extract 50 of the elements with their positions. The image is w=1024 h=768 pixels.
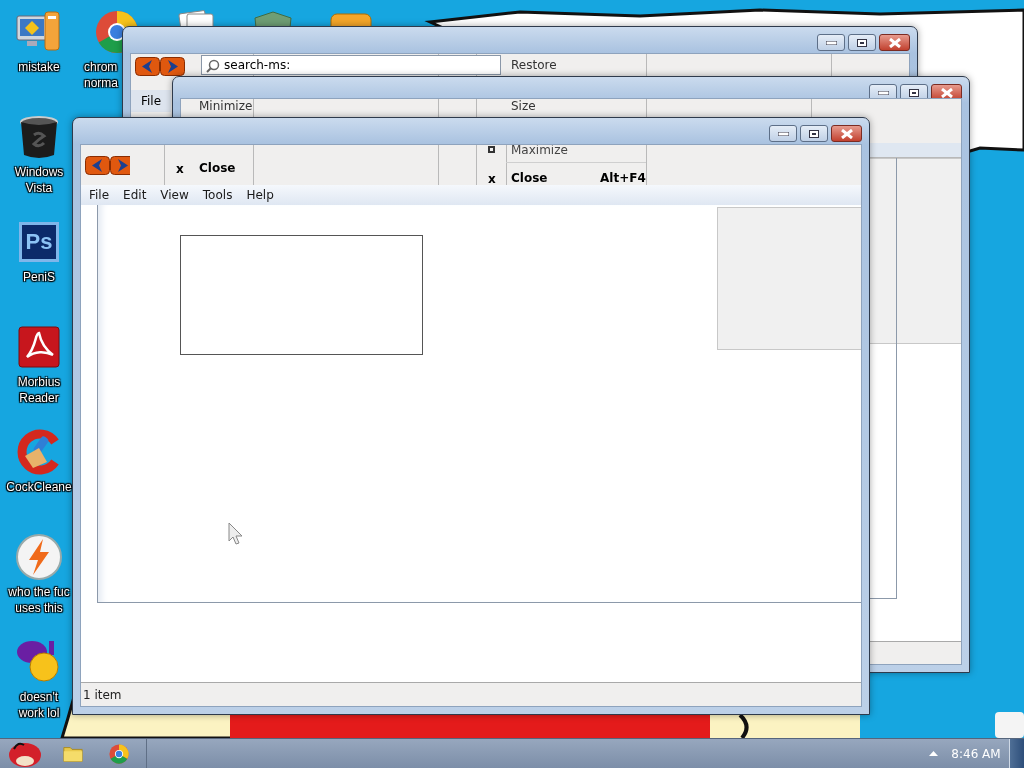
status-text: 1 item — [83, 687, 122, 702]
cursor-icon — [228, 522, 243, 546]
menu-item[interactable]: Close — [199, 161, 236, 175]
lightning-icon — [15, 533, 63, 581]
menu-item[interactable]: Close — [511, 171, 548, 185]
back-forward-icon[interactable] — [135, 57, 185, 76]
icon-label: doesn't work lol — [18, 689, 60, 721]
maximize-icon — [488, 146, 495, 153]
maximize-icon — [809, 129, 819, 138]
close-glyph: x — [176, 162, 184, 176]
menu-item[interactable]: Minimize — [199, 99, 253, 113]
close-glyph: x — [488, 172, 496, 186]
menu-item[interactable]: View — [155, 188, 194, 202]
search-icon — [206, 59, 220, 73]
browser-icon — [108, 742, 130, 765]
icon-label: PeniS — [23, 269, 55, 285]
maximize-button[interactable] — [848, 34, 876, 51]
icon-label: who the fuc uses this — [8, 584, 70, 616]
minimize-button[interactable] — [769, 125, 797, 142]
close-button[interactable] — [879, 34, 910, 51]
icon-label: mistake — [18, 59, 60, 75]
menu-item[interactable]: File — [131, 90, 172, 112]
show-desktop-button[interactable] — [1009, 739, 1024, 768]
caret-icon — [928, 751, 938, 756]
close-button[interactable] — [831, 125, 862, 142]
close-icon — [888, 37, 901, 48]
menu-item[interactable]: Maximize — [511, 145, 568, 157]
icon-label: chrom norma — [84, 59, 118, 91]
shortcut-text: Alt+F4 — [600, 171, 646, 185]
menu-item[interactable]: Edit — [118, 188, 152, 202]
maximize-icon — [857, 38, 867, 47]
menu-item[interactable]: Tools — [197, 188, 238, 202]
icon-label: CockCleane — [6, 479, 72, 495]
menu-item[interactable]: Restore — [511, 58, 557, 72]
minimize-button[interactable] — [817, 34, 845, 51]
icon-label: Morbius Reader — [17, 374, 61, 406]
app-logo-icon: Ps — [19, 222, 59, 262]
minimize-icon — [877, 90, 889, 95]
minimize-icon — [825, 40, 837, 45]
icon-label: Windows Vista — [14, 164, 64, 196]
menu-item[interactable]: File — [84, 188, 115, 202]
start-orb-icon — [8, 740, 42, 767]
back-forward-icon[interactable] — [85, 156, 130, 175]
minimize-icon — [777, 131, 789, 136]
close-icon — [840, 128, 853, 139]
menu-item[interactable]: Help — [241, 188, 279, 202]
menu-item[interactable]: Size — [511, 99, 536, 113]
document-app-icon — [15, 323, 63, 371]
maximize-button[interactable] — [800, 125, 828, 142]
search-field[interactable]: search-ms: — [201, 55, 501, 75]
